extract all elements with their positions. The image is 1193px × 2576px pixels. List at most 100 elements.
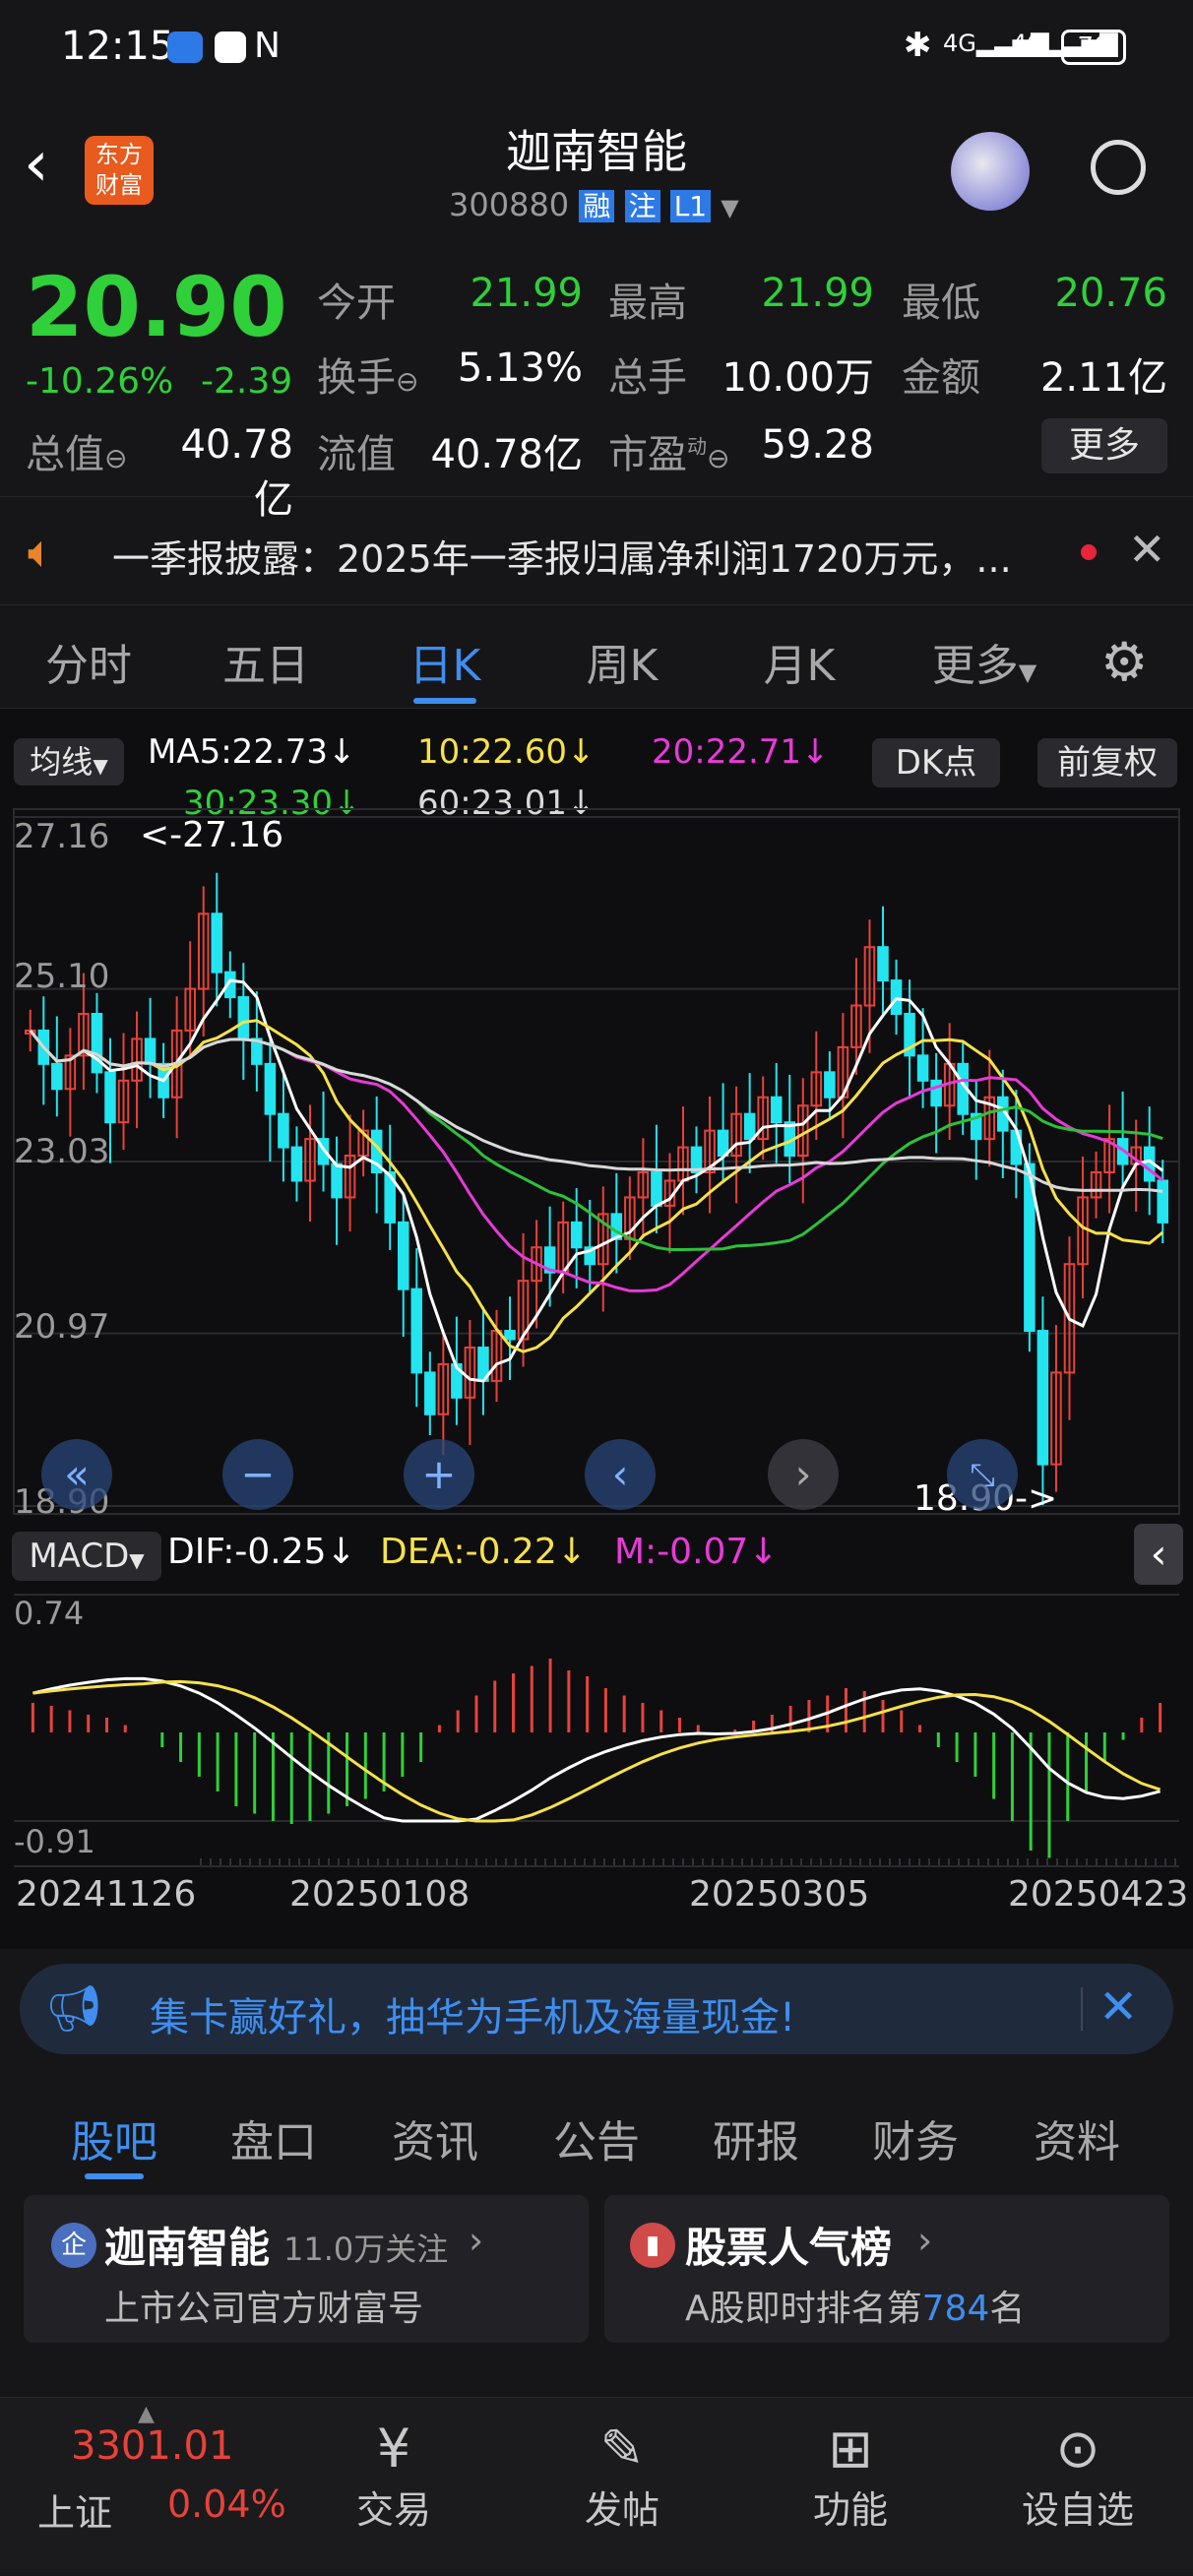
zoom-in-icon[interactable]: +: [404, 1439, 474, 1510]
float-cap-label: 流值: [317, 432, 396, 477]
kline-svg: [13, 808, 1180, 1867]
promo-banner[interactable]: 📢︎ 集卡赢好礼，抽华为手机及海量现金! ✕: [20, 1964, 1173, 2054]
tab-announcements[interactable]: 公告: [537, 2106, 656, 2169]
date-axis-label: 20250305: [689, 1874, 870, 1915]
settings-gear-icon[interactable]: ⚙: [1100, 631, 1148, 693]
float-cap-value: 40.78亿: [430, 432, 583, 477]
tab-research[interactable]: 研报: [697, 2106, 815, 2169]
candle-body: [651, 1171, 662, 1207]
pe-value: 59.28: [761, 422, 874, 468]
dropdown-icon: ▼: [721, 194, 739, 221]
more-circle-icon: ⊙: [1055, 2418, 1100, 2480]
volume-label: 总手: [608, 355, 687, 401]
tab-orderbook[interactable]: 盘口: [215, 2106, 333, 2169]
tab-intraday[interactable]: 分时: [30, 630, 148, 693]
m-legend: M:-0.07↓: [614, 1532, 779, 1572]
turnover-value: 5.13%: [457, 346, 583, 391]
card-subtitle: A股即时排名第784名: [685, 2289, 1026, 2329]
tab-monthly-k[interactable]: 月K: [740, 630, 858, 693]
level-badge: L1: [669, 190, 712, 222]
zoom-out-icon[interactable]: −: [222, 1439, 293, 1510]
app-notification-icon: [215, 31, 246, 63]
status-bar: 12:15 N ✱ 4G▂▃▅▇ 4G▂▃▅▇ 70: [0, 0, 1193, 98]
tab-five-day[interactable]: 五日: [207, 630, 325, 693]
close-icon[interactable]: ✕: [1128, 523, 1166, 576]
bar-chart-icon: ▮: [630, 2223, 675, 2268]
tab-more[interactable]: 更多▼: [925, 630, 1043, 693]
tab-news[interactable]: 资讯: [376, 2106, 494, 2169]
scroll-left-icon[interactable]: ‹: [585, 1439, 656, 1510]
candle-body: [144, 1037, 157, 1065]
card-title: 迦南智能: [104, 2224, 271, 2272]
battery-icon: 70: [1061, 30, 1126, 65]
date-axis-label: 20250108: [289, 1874, 471, 1915]
tab-financials[interactable]: 财务: [856, 2106, 974, 2169]
info-icon[interactable]: ⊖: [396, 365, 418, 398]
nfc-icon: N: [254, 26, 281, 66]
candle-body: [743, 1112, 756, 1141]
official-account-card[interactable]: 企 迦南智能 11.0万关注 › 上市公司官方财富号: [24, 2195, 589, 2343]
grid-icon: ⊞: [828, 2418, 873, 2480]
low-label: 最低: [902, 281, 980, 326]
candle-body: [211, 912, 223, 974]
fullscreen-icon[interactable]: ⤡: [947, 1439, 1018, 1510]
ma10-line: [29, 1019, 1164, 1353]
nav-functions[interactable]: ⊞ 功能: [791, 2418, 910, 2534]
index-ticker[interactable]: ▲ 3301.01 上证 0.04%: [0, 2398, 295, 2576]
tab-profile[interactable]: 资料: [1018, 2106, 1136, 2169]
turnover-label: 换手⊖: [317, 355, 419, 401]
price-axis-label: 23.03: [14, 1132, 110, 1171]
status-time: 12:15: [61, 24, 175, 69]
candle-body: [877, 946, 889, 982]
announcement-bar[interactable]: 🔈︎ 一季报披露：2025年一季报归属净利润1720万元，... ✕: [0, 497, 1193, 605]
candle-body: [916, 1054, 929, 1082]
info-icon[interactable]: ⊖: [104, 442, 127, 474]
volume-value: 10.00万: [722, 355, 874, 401]
price-axis-label: 25.10: [14, 957, 110, 996]
price-axis-label: 20.97: [14, 1307, 110, 1347]
promo-text[interactable]: 集卡赢好礼，抽华为手机及海量现金!: [150, 1985, 795, 2042]
open-value: 21.99: [470, 271, 583, 316]
amount-label: 金额: [902, 355, 980, 401]
nav-trade[interactable]: ¥ 交易: [335, 2418, 453, 2534]
popularity-rank-card[interactable]: ▮ 股票人气榜 › A股即时排名第784名: [604, 2195, 1169, 2343]
macd-dropdown-button[interactable]: MACD▼: [12, 1532, 161, 1581]
scroll-right-icon[interactable]: ›: [768, 1439, 839, 1510]
dea-line: [32, 1679, 1162, 1823]
nav-post[interactable]: ✎ 发帖: [563, 2418, 681, 2534]
candle-body: [104, 1071, 116, 1124]
chart-period-tabs: 分时 五日 日K 周K 月K 更多▼ ⚙: [0, 605, 1193, 709]
open-label: 今开: [317, 281, 396, 326]
pe-label: 市盈动⊖: [608, 432, 730, 477]
candle-body: [717, 1129, 729, 1158]
search-icon[interactable]: [1091, 140, 1146, 195]
kline-chart-area[interactable]: 均线▼ MA5:22.73↓ 10:22.60↓ 20:22.71↓ 30:23…: [0, 709, 1193, 1949]
chevron-right-icon: ›: [469, 2219, 484, 2262]
candle-body: [410, 1288, 423, 1374]
close-icon[interactable]: ✕: [1099, 1979, 1138, 2035]
candle-body: [424, 1371, 436, 1415]
index-value: 3301.01: [71, 2423, 234, 2469]
tab-forum[interactable]: 股吧: [55, 2106, 173, 2169]
current-price: 20.90: [26, 259, 287, 355]
nav-add-watchlist[interactable]: ⊙ 设自选: [1014, 2418, 1142, 2534]
candle-body: [331, 1162, 343, 1199]
high-label: 最高: [608, 281, 687, 326]
enterprise-badge-icon: 企: [51, 2223, 96, 2268]
scroll-start-icon[interactable]: «: [41, 1439, 112, 1510]
candle-body: [504, 1330, 516, 1341]
robot-assistant-icon[interactable]: [951, 132, 1030, 211]
megaphone-icon: 📢︎: [45, 1981, 103, 2035]
index-name: 上证: [37, 2491, 113, 2535]
stock-header: ‹ 东方 财富 迦南智能 300880 融 注 L1 ▼: [0, 98, 1193, 241]
more-button[interactable]: 更多: [1041, 418, 1167, 473]
tab-daily-k[interactable]: 日K: [386, 630, 504, 693]
stock-code-row[interactable]: 300880 融 注 L1 ▼: [449, 185, 739, 224]
card-title: 股票人气榜: [685, 2224, 893, 2272]
announcement-text[interactable]: 一季报披露：2025年一季报归属净利润1720万元，...: [112, 529, 1012, 583]
collapse-indicator-icon[interactable]: ‹: [1134, 1524, 1183, 1585]
candle-body: [237, 996, 250, 1040]
dea-legend: DEA:-0.22↓: [380, 1532, 587, 1572]
tab-weekly-k[interactable]: 周K: [563, 630, 681, 693]
chevron-right-icon: ›: [917, 2219, 933, 2262]
